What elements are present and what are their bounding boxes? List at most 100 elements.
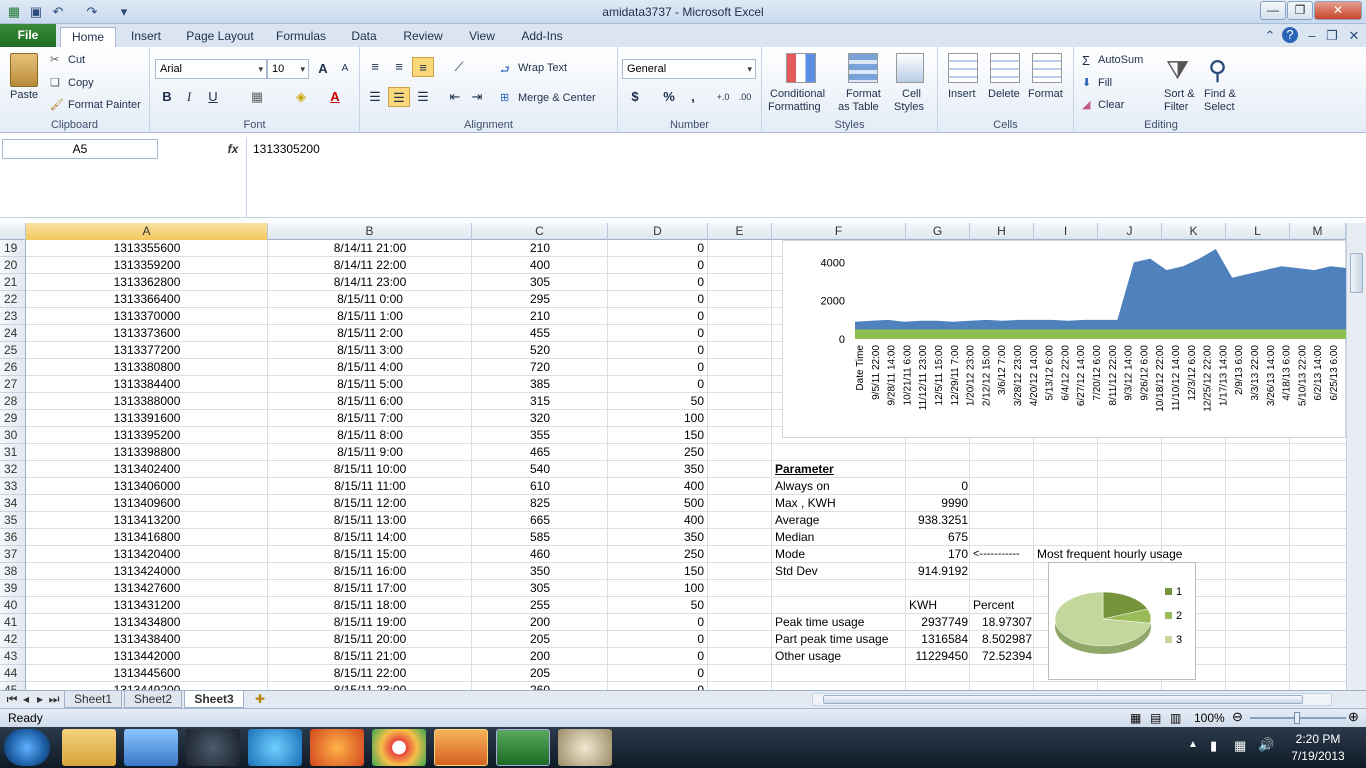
tab-data[interactable]: Data bbox=[344, 27, 384, 47]
number-format-select[interactable]: General bbox=[622, 59, 756, 79]
row-header[interactable]: 36 bbox=[0, 529, 25, 546]
usage-pie-chart[interactable]: 1 2 3 bbox=[1048, 562, 1196, 680]
cell-d[interactable]: 0 bbox=[608, 648, 708, 665]
align-right-icon[interactable]: ☰ bbox=[412, 87, 434, 107]
zoom-in-icon[interactable]: ⊕ bbox=[1348, 709, 1359, 725]
insert-cells-button[interactable]: Insert bbox=[948, 88, 976, 100]
cell-d[interactable]: 0 bbox=[608, 614, 708, 631]
select-all-corner[interactable] bbox=[0, 223, 26, 240]
fill-color-icon[interactable]: ◈ bbox=[290, 87, 312, 107]
currency-button[interactable]: $ bbox=[624, 87, 646, 107]
find-select-icon[interactable]: ⚲ bbox=[1208, 55, 1227, 86]
borders-icon[interactable]: ▦ bbox=[246, 87, 268, 107]
zoom-slider-thumb[interactable] bbox=[1294, 712, 1300, 724]
cell-c[interactable]: 455 bbox=[472, 325, 608, 342]
cell-d[interactable]: 0 bbox=[608, 342, 708, 359]
merge-center-button[interactable]: Merge & Center bbox=[518, 92, 596, 104]
cell-a[interactable]: 1313377200 bbox=[26, 342, 268, 359]
cell-b[interactable]: 8/15/11 13:00 bbox=[268, 512, 472, 529]
cell-c[interactable]: 205 bbox=[472, 665, 608, 682]
cell-a[interactable]: 1313359200 bbox=[26, 257, 268, 274]
cell-a[interactable]: 1313370000 bbox=[26, 308, 268, 325]
cell-a[interactable]: 1313391600 bbox=[26, 410, 268, 427]
tab-formulas[interactable]: Formulas bbox=[270, 27, 332, 47]
find-select-label-1[interactable]: Find & bbox=[1204, 88, 1236, 100]
cell-b[interactable]: 8/14/11 21:00 bbox=[268, 240, 472, 257]
row-header[interactable]: 26 bbox=[0, 359, 25, 376]
tab-add-ins[interactable]: Add-Ins bbox=[514, 27, 570, 47]
cell-c[interactable]: 350 bbox=[472, 563, 608, 580]
cell-b[interactable]: 8/15/11 20:00 bbox=[268, 631, 472, 648]
cell-b[interactable]: 8/15/11 19:00 bbox=[268, 614, 472, 631]
column-header-g[interactable]: G bbox=[906, 223, 970, 240]
format-cells-button[interactable]: Format bbox=[1028, 88, 1063, 100]
column-header-a[interactable]: A bbox=[26, 223, 268, 240]
cell-b[interactable]: 8/15/11 16:00 bbox=[268, 563, 472, 580]
cell-c[interactable]: 305 bbox=[472, 274, 608, 291]
sort-filter-label-1[interactable]: Sort & bbox=[1164, 88, 1195, 100]
decrease-decimal-icon[interactable]: .00 bbox=[734, 87, 756, 107]
cell-b[interactable]: 8/15/11 17:00 bbox=[268, 580, 472, 597]
italic-button[interactable]: I bbox=[178, 87, 200, 107]
column-header-b[interactable]: B bbox=[268, 223, 472, 240]
tab-home[interactable]: Home bbox=[60, 27, 116, 47]
cell-c[interactable]: 400 bbox=[472, 257, 608, 274]
column-header-c[interactable]: C bbox=[472, 223, 608, 240]
taskbar-ie-icon[interactable] bbox=[248, 729, 302, 766]
cell-c[interactable]: 385 bbox=[472, 376, 608, 393]
fill-button[interactable]: Fill bbox=[1098, 77, 1112, 89]
tab-review[interactable]: Review bbox=[398, 27, 448, 47]
row-header[interactable]: 40 bbox=[0, 597, 25, 614]
cell-c[interactable]: 315 bbox=[472, 393, 608, 410]
cell-c[interactable]: 210 bbox=[472, 240, 608, 257]
cell-b[interactable]: 8/15/11 5:00 bbox=[268, 376, 472, 393]
increase-indent-icon[interactable]: ⇥ bbox=[466, 87, 488, 107]
ribbon-minimize-icon[interactable]: ⌃ bbox=[1262, 28, 1278, 44]
cut-button[interactable]: Cut bbox=[68, 54, 85, 66]
row-header[interactable]: 45 bbox=[0, 682, 25, 690]
taskbar-photo-icon[interactable] bbox=[434, 729, 488, 766]
cell-a[interactable]: 1313373600 bbox=[26, 325, 268, 342]
cell-a[interactable]: 1313420400 bbox=[26, 546, 268, 563]
cell-a[interactable]: 1313406000 bbox=[26, 478, 268, 495]
row-header[interactable]: 34 bbox=[0, 495, 25, 512]
column-header-h[interactable]: H bbox=[970, 223, 1034, 240]
cell-d[interactable]: 0 bbox=[608, 376, 708, 393]
cell-c[interactable]: 585 bbox=[472, 529, 608, 546]
horizontal-scroll-thumb[interactable] bbox=[823, 695, 1303, 704]
zoom-level[interactable]: 100% bbox=[1194, 711, 1225, 725]
cell-a[interactable]: 1313424000 bbox=[26, 563, 268, 580]
cell-styles-label-1[interactable]: Cell bbox=[902, 88, 921, 100]
column-header-e[interactable]: E bbox=[708, 223, 772, 240]
cell-a[interactable]: 1313398800 bbox=[26, 444, 268, 461]
cell-a[interactable]: 1313366400 bbox=[26, 291, 268, 308]
cell-b[interactable]: 8/15/11 7:00 bbox=[268, 410, 472, 427]
cell-b[interactable]: 8/14/11 22:00 bbox=[268, 257, 472, 274]
cell-c[interactable]: 210 bbox=[472, 308, 608, 325]
row-header[interactable]: 24 bbox=[0, 325, 25, 342]
cell-b[interactable]: 8/15/11 9:00 bbox=[268, 444, 472, 461]
align-bottom-icon[interactable]: ≡ bbox=[412, 57, 434, 77]
cell-d[interactable]: 0 bbox=[608, 682, 708, 690]
taskbar-excel-icon[interactable] bbox=[496, 729, 550, 766]
conditional-formatting-icon[interactable] bbox=[786, 53, 816, 83]
formula-input[interactable]: 1313305200 bbox=[246, 137, 1350, 218]
tab-view[interactable]: View bbox=[462, 27, 502, 47]
delete-cells-button[interactable]: Delete bbox=[988, 88, 1020, 100]
cell-a[interactable]: 1313409600 bbox=[26, 495, 268, 512]
zoom-out-icon[interactable]: ⊖ bbox=[1232, 709, 1243, 725]
column-header-j[interactable]: J bbox=[1098, 223, 1162, 240]
insert-function-button[interactable]: fx bbox=[222, 139, 244, 159]
cell-d[interactable]: 0 bbox=[608, 274, 708, 291]
maximize-button[interactable]: ❐ bbox=[1287, 1, 1313, 20]
align-top-icon[interactable]: ≡ bbox=[364, 57, 386, 77]
paste-button[interactable]: Paste bbox=[10, 89, 38, 101]
cell-d[interactable]: 250 bbox=[608, 444, 708, 461]
font-color-icon[interactable]: A bbox=[324, 87, 346, 107]
cell-b[interactable]: 8/15/11 1:00 bbox=[268, 308, 472, 325]
cell-a[interactable]: 1313380800 bbox=[26, 359, 268, 376]
cell-d[interactable]: 0 bbox=[608, 308, 708, 325]
cell-c[interactable]: 305 bbox=[472, 580, 608, 597]
last-sheet-icon[interactable]: ⏭ bbox=[48, 691, 60, 708]
taskbar-paint-icon[interactable] bbox=[558, 729, 612, 766]
